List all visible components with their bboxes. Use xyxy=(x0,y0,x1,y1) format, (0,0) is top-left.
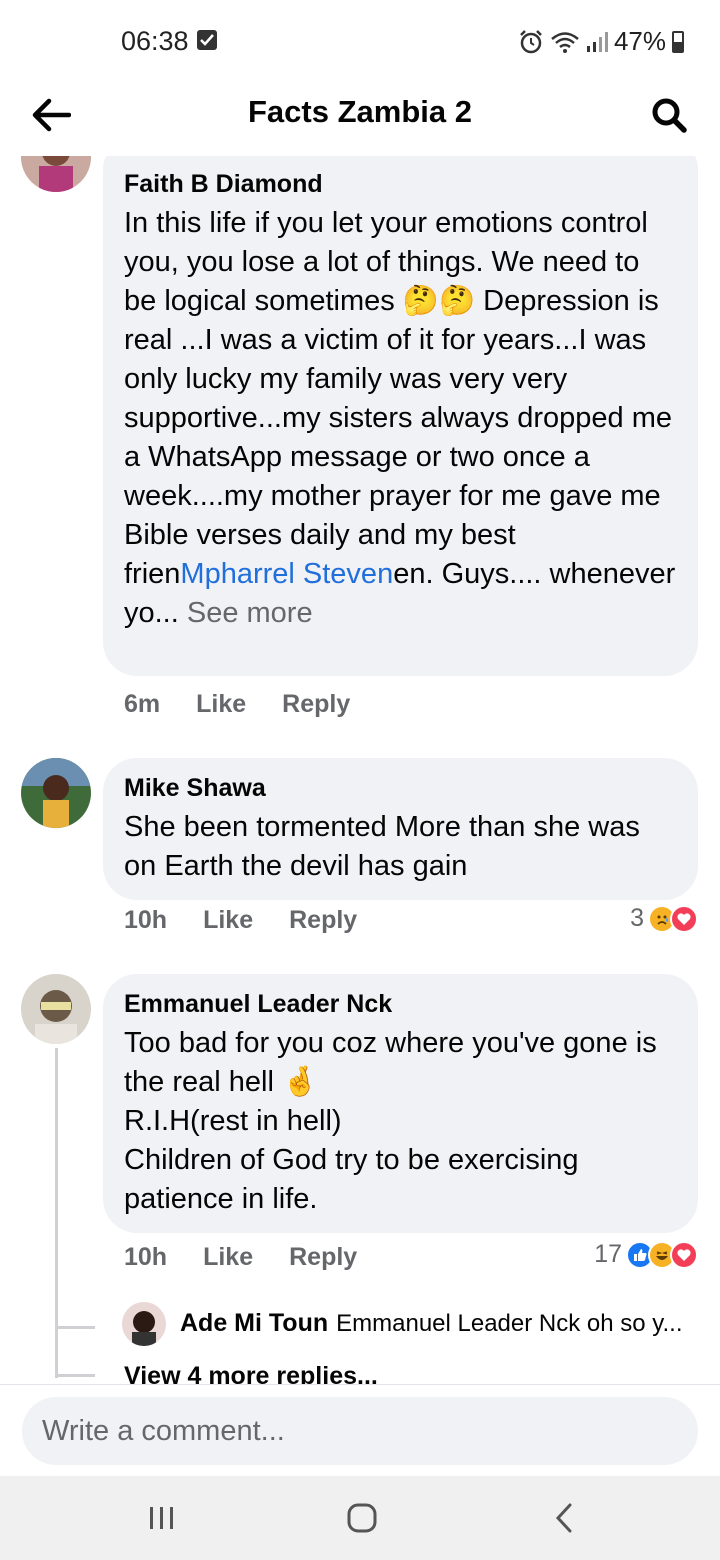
chevron-left-icon xyxy=(555,1503,572,1533)
notification-check-icon xyxy=(197,30,217,50)
comment-author[interactable]: Emmanuel Leader Nck xyxy=(124,988,678,1020)
reaction-count: 17 xyxy=(594,1240,622,1268)
battery-percent: 47% xyxy=(613,26,666,56)
reaction-count: 3 xyxy=(630,904,644,932)
home-button[interactable] xyxy=(337,1496,387,1540)
comment-time[interactable]: 6m xyxy=(124,690,160,719)
alarm-icon xyxy=(520,29,542,53)
like-button[interactable]: Like xyxy=(203,1243,253,1272)
reply-text: Emmanuel Leader Nck oh so y... xyxy=(336,1310,683,1337)
comment-author[interactable]: Mike Shawa xyxy=(124,772,678,804)
comment-text: Too bad for you coz where you've gone is… xyxy=(124,1024,678,1102)
love-reaction-icon xyxy=(670,904,698,933)
comments-feed[interactable]: Faith B Diamond In this life if you let … xyxy=(0,156,720,1384)
comment-actions: 10h Like Reply xyxy=(124,906,357,935)
reply-avatar[interactable] xyxy=(122,1302,166,1346)
search-icon xyxy=(652,98,687,133)
comment-composer xyxy=(0,1384,720,1476)
comment-bubble: Emmanuel Leader Nck Too bad for you coz … xyxy=(103,974,698,1233)
reply-author[interactable]: Ade Mi Toun xyxy=(180,1309,328,1337)
reply-button[interactable]: Reply xyxy=(282,690,350,719)
page-title: Facts Zambia 2 xyxy=(248,94,472,129)
thread-line xyxy=(55,1374,95,1377)
see-more-link[interactable]: See more xyxy=(187,597,313,629)
like-button[interactable]: Like xyxy=(203,906,253,935)
reply-preview[interactable]: Ade Mi Toun Emmanuel Leader Nck oh so y..… xyxy=(180,1309,683,1338)
like-button[interactable]: Like xyxy=(196,690,246,719)
recent-apps-icon xyxy=(150,1507,173,1529)
avatar[interactable] xyxy=(21,758,91,828)
reaction-summary[interactable]: 3 xyxy=(630,904,698,933)
love-reaction-icon xyxy=(670,1240,698,1269)
comment-author[interactable]: Faith B Diamond xyxy=(124,168,678,200)
reply-button[interactable]: Reply xyxy=(289,906,357,935)
comment-actions: 6m Like Reply xyxy=(124,690,350,719)
signal-icon xyxy=(586,31,608,52)
comment-text-part: Too bad for you coz where you've gone is… xyxy=(124,1027,657,1098)
thread-line xyxy=(55,1326,95,1329)
comment-time[interactable]: 10h xyxy=(124,1243,167,1272)
home-icon xyxy=(347,1503,377,1533)
comment-actions: 10h Like Reply xyxy=(124,1243,357,1272)
comment-text: She been tormented More than she was on … xyxy=(124,811,640,882)
search-button[interactable] xyxy=(644,90,694,140)
status-bar: 06:38 47% xyxy=(0,0,720,84)
avatar[interactable] xyxy=(21,156,91,192)
comment-input[interactable] xyxy=(22,1397,698,1465)
comment-text: R.I.H(rest in hell) xyxy=(124,1105,342,1137)
view-more-replies-link[interactable]: View 4 more replies... xyxy=(124,1362,378,1384)
header: Facts Zambia 2 xyxy=(0,84,720,156)
comment-time[interactable]: 10h xyxy=(124,906,167,935)
comment-text: Children of God try to be exercising pat… xyxy=(124,1144,579,1215)
battery-icon xyxy=(672,30,684,53)
fingers-crossed-emoji: 🤞 xyxy=(282,1066,319,1098)
comment-bubble: Faith B Diamond In this life if you let … xyxy=(103,156,698,676)
reply-button[interactable]: Reply xyxy=(289,1243,357,1272)
top-fan-badge xyxy=(124,156,678,164)
comment-text: In this life if you let your emotions co… xyxy=(124,204,678,633)
thinking-emoji: 🤔🤔 xyxy=(402,285,476,317)
system-nav-bar xyxy=(0,1476,720,1560)
status-icons: 47% xyxy=(518,26,684,57)
avatar[interactable] xyxy=(21,974,91,1044)
reaction-summary[interactable]: 17 xyxy=(594,1240,698,1269)
recent-apps-button[interactable] xyxy=(137,1496,187,1540)
status-time: 06:38 xyxy=(121,26,189,56)
mention-link[interactable]: Mpharrel Steven xyxy=(180,558,393,590)
wifi-icon xyxy=(551,31,579,53)
comment-text-part: Depression is real ...I was a victim of … xyxy=(124,285,672,590)
comment-bubble: Mike Shawa She been tormented More than … xyxy=(103,758,698,900)
system-back-button[interactable] xyxy=(539,1496,589,1540)
